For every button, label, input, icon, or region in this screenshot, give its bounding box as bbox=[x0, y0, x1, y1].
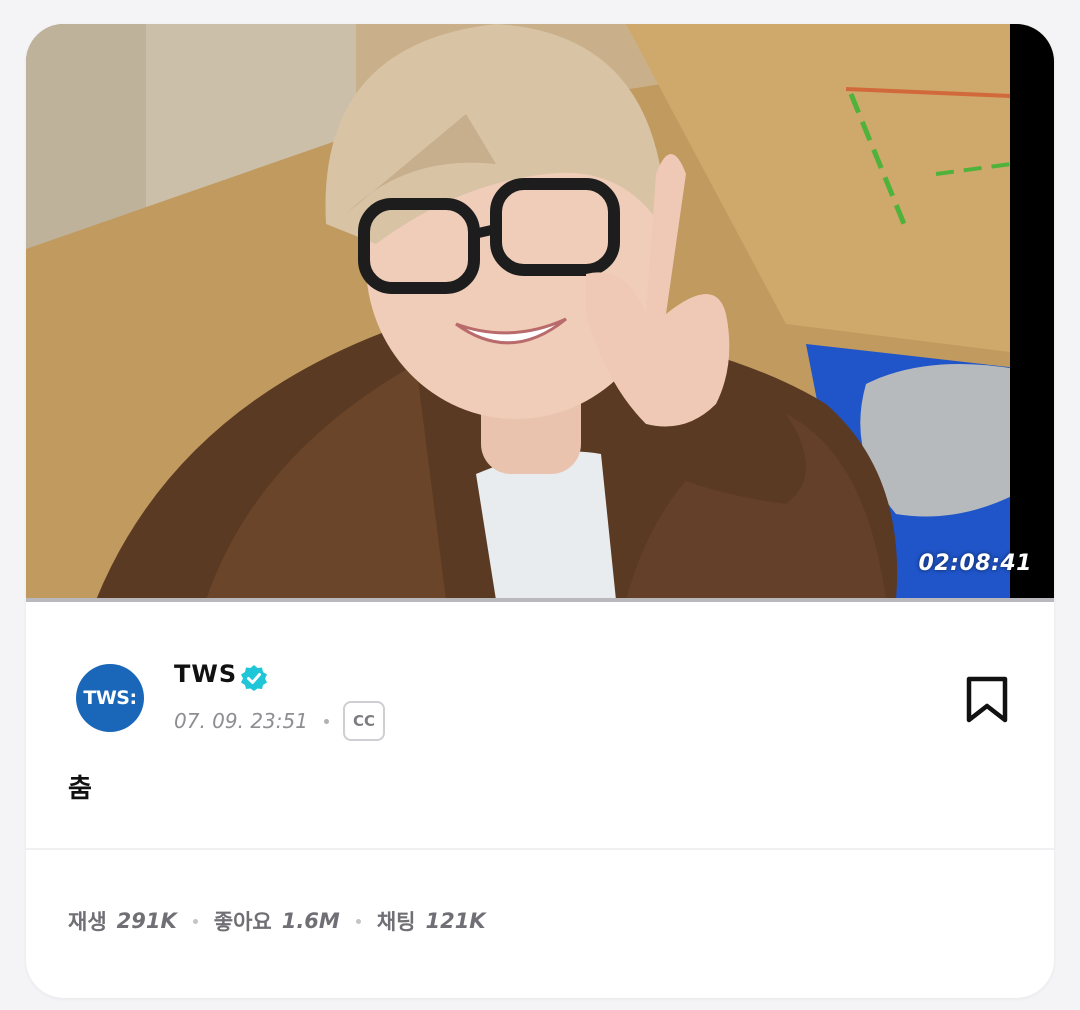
post-caption: 춤 bbox=[68, 774, 92, 804]
chats-label: 채팅 bbox=[376, 910, 416, 934]
stats-separator bbox=[355, 918, 361, 924]
likes-value: 1.6M bbox=[281, 909, 340, 933]
plays-value: 291K bbox=[116, 909, 177, 933]
likes-label: 좋아요 bbox=[213, 910, 272, 934]
video-duration: 02:08:41 bbox=[918, 551, 1032, 576]
cc-badge: CC bbox=[342, 701, 385, 741]
channel-avatar[interactable]: TWS: bbox=[76, 664, 144, 732]
avatar-text: TWS: bbox=[83, 687, 137, 709]
video-thumbnail[interactable]: 02:08:41 bbox=[26, 24, 1054, 600]
thumbnail-bottom-edge bbox=[26, 598, 1054, 602]
stats-row: 재생 291K 좋아요 1.6M 채팅 121K bbox=[68, 906, 486, 936]
chats-value: 121K bbox=[425, 909, 486, 933]
divider bbox=[26, 848, 1054, 850]
plays-label: 재생 bbox=[68, 910, 107, 934]
post-date: 07. 09. 23:51 bbox=[174, 709, 308, 733]
video-card: 02:08:41 TWS: TWS 07. 09. 23:51 CC 춤 재생 … bbox=[26, 24, 1054, 998]
thumbnail-image bbox=[26, 24, 1054, 600]
meta-separator bbox=[323, 718, 329, 724]
stats-separator bbox=[192, 918, 198, 924]
post-meta-row: 07. 09. 23:51 CC bbox=[174, 700, 385, 742]
verified-badge-icon bbox=[241, 665, 267, 691]
channel-name[interactable]: TWS bbox=[174, 660, 237, 688]
bookmark-icon[interactable] bbox=[964, 676, 1010, 724]
